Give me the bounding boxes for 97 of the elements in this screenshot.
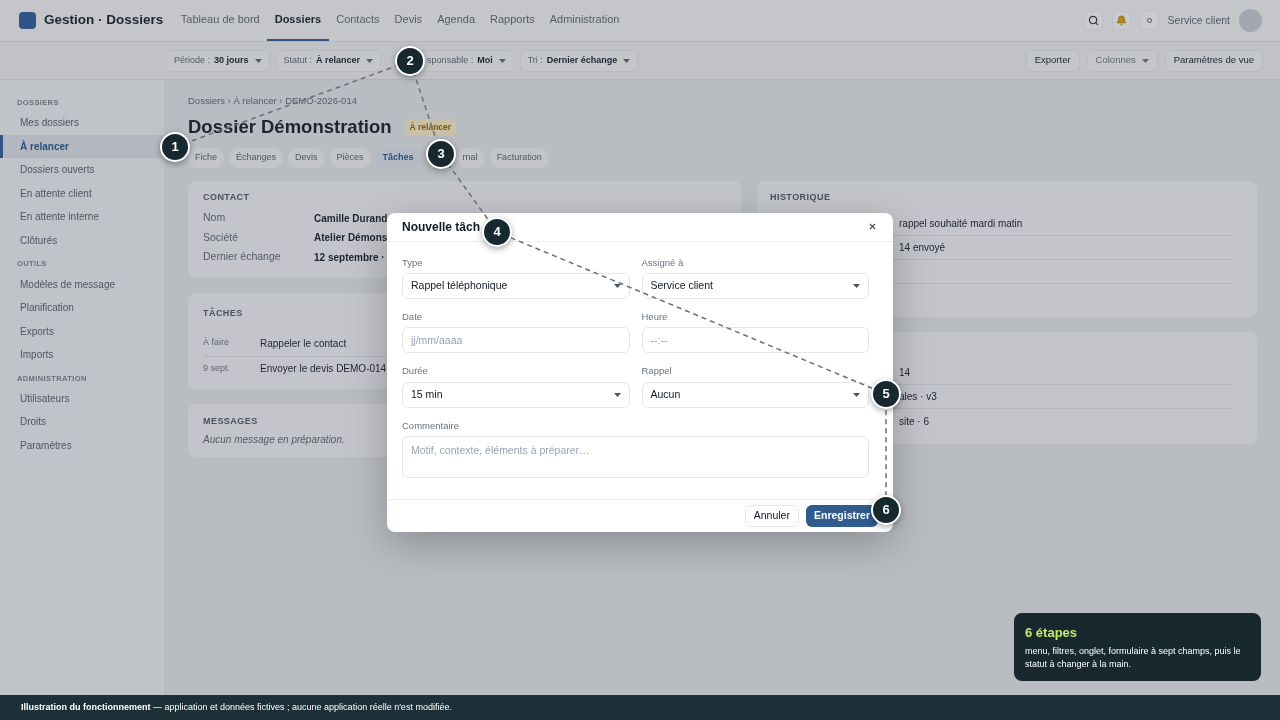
field-value: 12 septembre · <box>314 250 385 265</box>
close-icon <box>868 223 876 231</box>
cancel-button[interactable]: Annuler <box>744 504 799 527</box>
nav-link[interactable]: Tableau de bord <box>173 0 268 41</box>
select-field[interactable]: 15 min <box>402 381 630 408</box>
input-field[interactable]: jj/mm/aaaa <box>402 327 630 354</box>
field-label: Commentaire <box>402 418 461 433</box>
field-label: Heure <box>641 310 669 325</box>
field-label: Type <box>402 255 424 270</box>
sidebar-item[interactable]: Mes dossiers <box>0 111 83 135</box>
select-field[interactable]: Rappel téléphonique <box>402 273 630 300</box>
caret-icon <box>366 58 374 63</box>
toolbar-button[interactable]: Colonnes <box>1086 49 1158 72</box>
caret-icon <box>613 392 621 397</box>
step-marker: 3 <box>426 139 456 169</box>
sidebar-item[interactable]: En attente client <box>0 181 96 206</box>
comment-field[interactable]: Motif, contexte, éléments à préparer… <box>402 435 869 478</box>
footer-note: Illustration du fonctionnement — application et données fictives ; aucune application réelle n'est modifiée. <box>21 700 452 714</box>
card-title: TÂCHES <box>203 307 243 320</box>
field-label: Nom <box>203 210 227 226</box>
tab[interactable]: Fiche <box>188 148 224 168</box>
sidebar-item[interactable]: Utilisateurs <box>0 386 74 411</box>
history-entry: 14 envoyé <box>899 240 946 255</box>
filter-dropdown[interactable]: Statut : À relancer <box>275 49 382 72</box>
notification-button[interactable] <box>1111 11 1131 30</box>
task-label: Rappeler le contact <box>260 336 347 351</box>
card-title: MESSAGES <box>203 414 258 428</box>
card-title: CONTACT <box>203 191 250 204</box>
empty-message: Aucun message en préparation. <box>203 433 346 447</box>
field-value: Atelier Démons <box>314 231 388 246</box>
tab[interactable]: Facturation <box>489 148 549 168</box>
avatar[interactable] <box>1239 9 1262 32</box>
sidebar-item[interactable]: Droits <box>0 410 51 434</box>
field-label: Dernier échange <box>203 249 282 265</box>
task-date: À faire <box>203 336 230 350</box>
select-field[interactable]: Aucun <box>641 381 869 408</box>
page-title: Dossier Démonstration <box>188 115 392 140</box>
tab[interactable]: Échanges <box>229 148 284 168</box>
document-entry: 14 <box>899 366 911 380</box>
field-label: Rappel <box>641 364 673 379</box>
field-label: Date <box>402 310 424 325</box>
tab[interactable]: rnal <box>455 148 485 168</box>
sidebar-item[interactable]: Planification <box>0 296 78 320</box>
callout-title: 6 étapes <box>1025 624 1079 642</box>
nav-link[interactable]: Contacts <box>328 0 388 41</box>
sidebar-item[interactable]: Clôturés <box>0 228 62 253</box>
search-button[interactable] <box>1083 11 1103 30</box>
field-label: Société <box>203 229 240 245</box>
dialog-title: Nouvelle tâch <box>402 218 481 236</box>
sidebar-item[interactable]: Modèles de message <box>0 272 120 296</box>
breadcrumb: Dossiers › À relancer › DEMO-2026-014 <box>188 94 358 108</box>
app-title: Gestion · Dossiers <box>44 11 164 30</box>
sidebar-item[interactable]: Exports <box>0 319 58 343</box>
input-field[interactable]: --:-- <box>641 327 869 354</box>
save-button[interactable]: Enregistrer <box>805 504 878 527</box>
tab[interactable]: Devis <box>288 148 325 168</box>
user-name: Service client <box>1167 12 1230 28</box>
caret-icon <box>853 392 860 397</box>
sidebar-item[interactable]: Dossiers ouverts <box>0 158 99 182</box>
status-badge: À relancer <box>404 118 457 136</box>
caret-icon <box>498 58 506 63</box>
nav-link[interactable]: Devis <box>387 0 430 41</box>
nav-link[interactable]: Administration <box>542 0 627 41</box>
step-marker: 1 <box>160 132 190 162</box>
nav-link[interactable]: Agenda <box>429 0 483 41</box>
nav-link[interactable]: Rapports <box>482 0 543 41</box>
tab[interactable]: Pièces <box>329 148 371 168</box>
field-value: Camille Durand <box>314 211 388 226</box>
logo-icon <box>19 12 36 29</box>
sidebar-item[interactable]: Imports <box>0 343 58 367</box>
sidebar-item[interactable]: En attente interne <box>0 205 103 229</box>
filter-dropdown[interactable]: Tri : Dernier échange <box>519 49 639 72</box>
search-icon <box>1087 15 1099 26</box>
callout-text: menu, filtres, onglet, formulaire à sept champs, puis le statut à changer à la main. <box>1025 644 1242 671</box>
select-field[interactable]: Service client <box>641 273 869 300</box>
settings-button[interactable] <box>1139 11 1159 30</box>
tab[interactable]: Tâches <box>375 148 421 168</box>
caret-icon <box>613 284 621 289</box>
field-label: Durée <box>402 364 429 379</box>
toolbar-button[interactable]: Paramètres de vue <box>1164 49 1263 72</box>
history-entry: rappel souhaité mardi matin <box>899 216 1023 231</box>
filter-dropdown[interactable]: Période : 30 jours <box>166 49 270 72</box>
document-entry: site · 6 <box>899 414 929 429</box>
caret-icon <box>1141 58 1149 63</box>
bell-icon <box>1115 15 1127 26</box>
caret-icon <box>623 58 631 63</box>
document-entry: ales · v3 <box>899 390 937 404</box>
caret-icon <box>853 284 860 289</box>
sidebar-item[interactable]: Paramètres <box>0 433 76 458</box>
card-title: HISTORIQUE <box>770 191 831 204</box>
sidebar-item[interactable]: À relancer <box>0 134 165 159</box>
toolbar-button[interactable]: Exporter <box>1025 49 1080 72</box>
step-marker: 6 <box>871 495 901 525</box>
task-label: Envoyer le devis DEMO-014 <box>260 362 387 376</box>
field-label: Assigné à <box>641 255 685 270</box>
caret-icon <box>254 58 262 63</box>
task-date: 9 sept. <box>203 361 232 375</box>
